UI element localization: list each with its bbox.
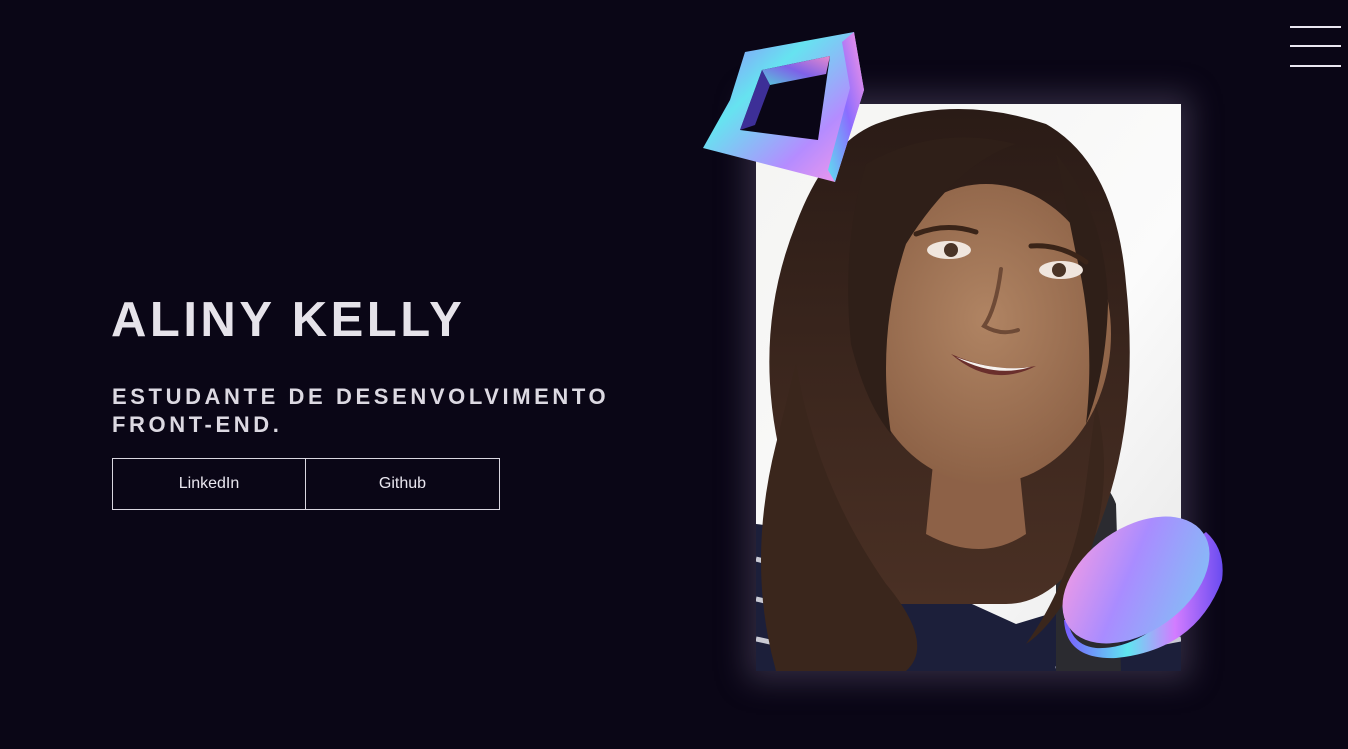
menu-bar	[1290, 26, 1341, 28]
hamburger-menu-icon[interactable]	[1290, 24, 1342, 70]
github-button[interactable]: Github	[306, 458, 500, 510]
menu-bar	[1290, 65, 1341, 67]
hero-subtitle: ESTUDANTE DE DESENVOLVIMENTO FRONT-END.	[112, 384, 610, 437]
linkedin-button[interactable]: LinkedIn	[112, 458, 306, 510]
holographic-square-frame-icon	[703, 32, 864, 182]
holographic-disc-icon	[1062, 516, 1223, 659]
page: ALINY KELLY ESTUDANTE DE DESENVOLVIMENTO…	[0, 0, 1348, 749]
menu-bar	[1290, 45, 1341, 47]
hero-name: ALINY KELLY	[111, 293, 466, 347]
social-buttons: LinkedIn Github	[112, 458, 500, 510]
